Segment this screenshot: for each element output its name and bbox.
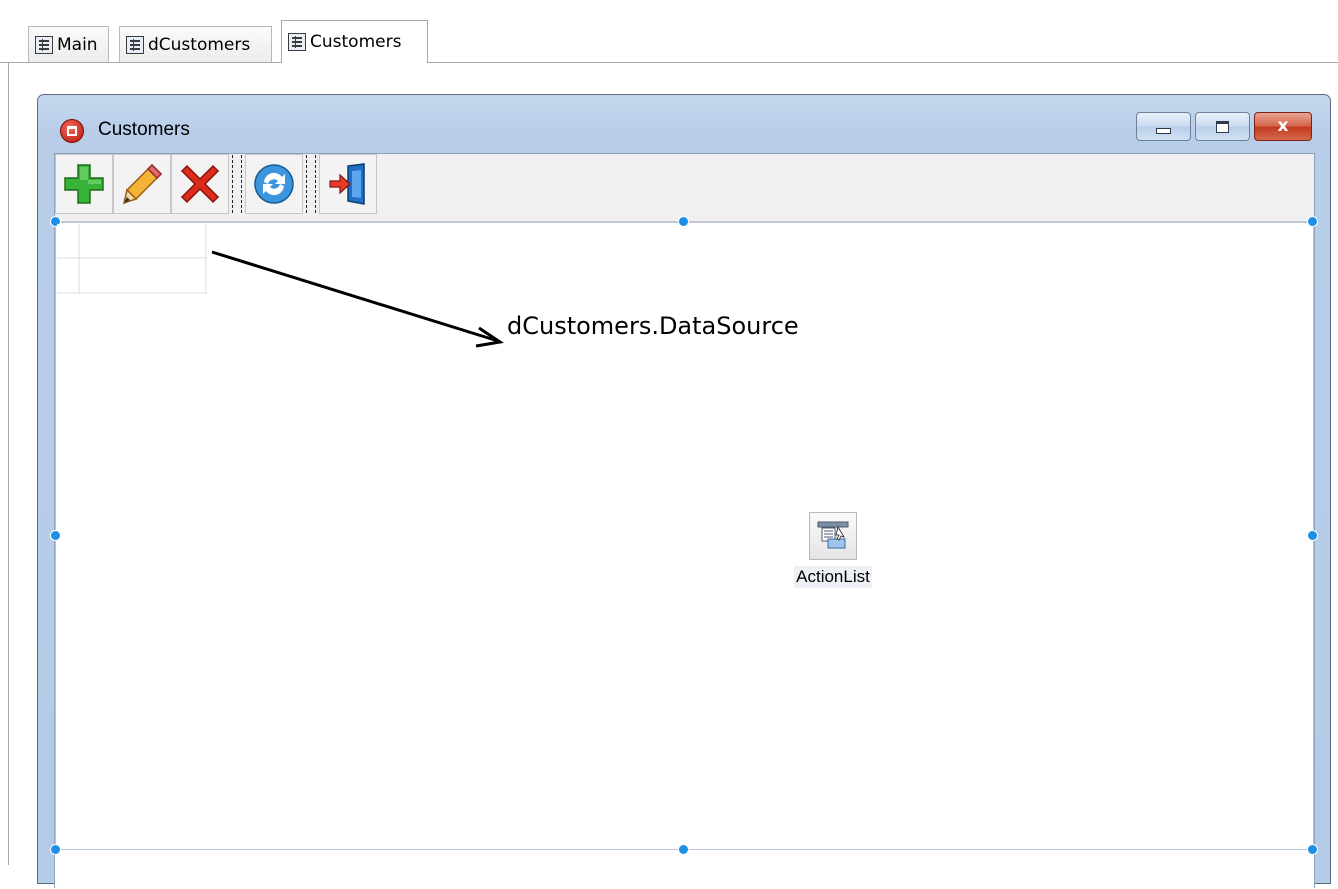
data-grid[interactable] (57, 224, 207, 294)
app-icon (60, 119, 84, 143)
exit-button[interactable] (319, 154, 377, 214)
resize-handle[interactable] (1308, 531, 1317, 540)
design-surface[interactable]: dCustomers.DataSource ActionList (51, 217, 1317, 889)
close-icon: x (1277, 116, 1289, 136)
tab-label: Main (57, 34, 98, 55)
x-icon (180, 164, 220, 204)
maximize-button[interactable] (1195, 112, 1250, 141)
tab-divider (0, 62, 1338, 63)
resize-handle[interactable] (51, 531, 60, 540)
editor-border (8, 62, 9, 865)
toolbar-band (55, 154, 1314, 222)
form-icon (126, 35, 144, 54)
refresh-icon (254, 164, 294, 204)
actionlist-icon (809, 512, 857, 560)
minimize-button[interactable] (1136, 112, 1191, 141)
plus-icon (64, 164, 104, 204)
resize-handle[interactable] (1308, 217, 1317, 226)
toolbar (55, 154, 377, 214)
form-icon (35, 35, 53, 54)
exit-door-icon (329, 163, 365, 205)
tab-label: dCustomers (148, 34, 251, 55)
minimize-icon (1156, 127, 1171, 134)
resize-handle[interactable] (1308, 845, 1317, 854)
caption-buttons: x (1136, 112, 1312, 141)
pencil-icon (122, 163, 163, 205)
window-title-bar[interactable]: Customers x (38, 95, 1330, 155)
maximize-icon (1216, 120, 1229, 133)
tab-main[interactable]: Main (28, 26, 109, 62)
resize-handle[interactable] (679, 845, 688, 854)
tab-label: Customers (310, 32, 402, 52)
form-icon (288, 33, 306, 51)
resize-handle[interactable] (51, 845, 60, 854)
refresh-button[interactable] (245, 154, 303, 214)
tab-dcustomers[interactable]: dCustomers (119, 26, 272, 62)
form-client-area: dCustomers.DataSource ActionList (51, 153, 1317, 889)
tab-customers[interactable]: Customers (281, 20, 428, 63)
form-window[interactable]: Customers x dCustomers.DataSource Action… (37, 94, 1331, 889)
delete-button[interactable] (171, 154, 229, 214)
toolbar-separator (306, 155, 316, 213)
actionlist-component[interactable]: ActionList (773, 512, 893, 588)
annotation-arrow (211, 250, 504, 348)
toolbar-separator (232, 155, 242, 213)
add-button[interactable] (55, 154, 113, 214)
edit-button[interactable] (113, 154, 171, 214)
close-button[interactable]: x (1254, 112, 1312, 141)
document-tab-strip: Main dCustomers Customers (0, 0, 1338, 63)
resize-handle[interactable] (679, 217, 688, 226)
annotation-label: dCustomers.DataSource (507, 312, 799, 340)
actionlist-label: ActionList (794, 566, 872, 588)
window-title: Customers (98, 119, 190, 140)
